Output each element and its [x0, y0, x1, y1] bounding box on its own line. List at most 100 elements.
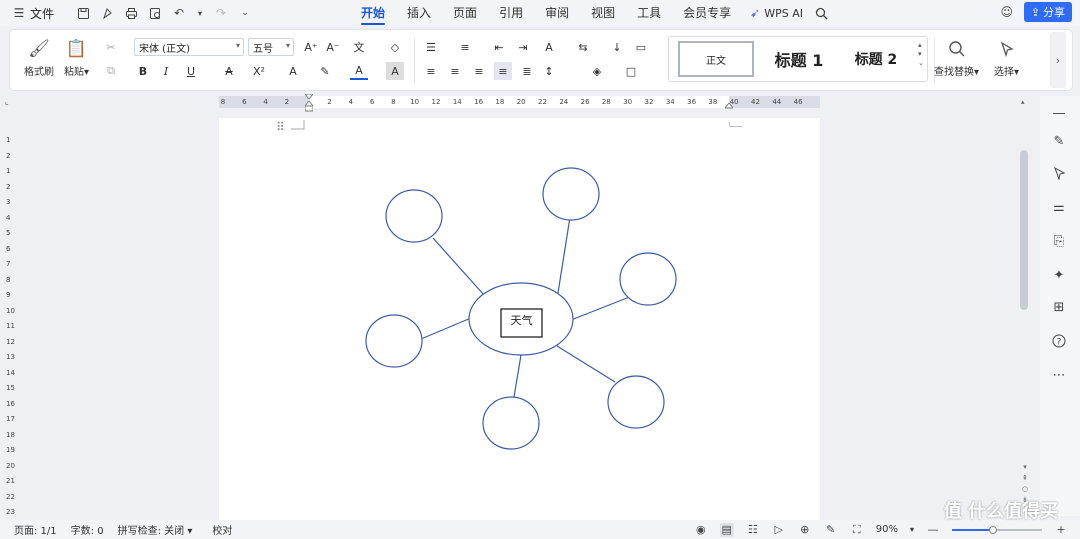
text-effect-icon[interactable]: A — [284, 62, 302, 80]
pen-icon[interactable]: ✎ — [1050, 132, 1068, 150]
select-object-icon[interactable]: ○ — [1022, 485, 1028, 493]
tab-view[interactable]: 视图 — [580, 0, 626, 26]
search-icon[interactable] — [815, 6, 829, 20]
align-center-icon[interactable]: ≡ — [446, 62, 464, 80]
tab-tools[interactable]: 工具 — [626, 0, 672, 26]
play-icon[interactable]: ▷ — [772, 523, 786, 537]
format-painter-button[interactable]: 🖌 格式刷 — [24, 38, 54, 78]
bold-icon[interactable]: B — [134, 62, 152, 80]
tab-page[interactable]: 页面 — [442, 0, 488, 26]
italic-icon[interactable]: I — [157, 62, 175, 80]
zoom-out-icon[interactable]: — — [926, 523, 940, 537]
print-icon[interactable] — [124, 6, 138, 20]
strikethrough-icon[interactable]: A — [220, 62, 238, 80]
save-icon[interactable] — [76, 6, 90, 20]
show-marks-icon[interactable]: ▭ — [632, 38, 650, 56]
tab-member[interactable]: 会员专享 — [672, 0, 742, 26]
select-button[interactable]: 选择▾ — [994, 38, 1019, 78]
gallery-scroll-icon[interactable]: ▴ ▾ ⌄ — [918, 41, 924, 68]
file-menu[interactable]: ☰ 文件 — [12, 5, 54, 22]
underline-icon[interactable]: U — [182, 62, 200, 80]
export-pdf-icon[interactable] — [100, 6, 114, 20]
clear-format-icon[interactable]: ◇ — [386, 38, 404, 56]
scroll-up-icon[interactable]: ▴ — [1021, 98, 1025, 106]
highlight-icon[interactable]: ✎ — [316, 62, 334, 80]
distributed-icon[interactable]: ≣ — [518, 62, 536, 80]
right-indent-marker[interactable] — [723, 101, 735, 109]
pinyin-guide-icon[interactable]: 文 — [350, 38, 368, 56]
tab-home[interactable]: 开始 — [350, 0, 396, 26]
word-count[interactable]: 字数: 0 — [71, 522, 104, 537]
copy-icon[interactable]: ⧉ — [102, 62, 120, 80]
ribbon-expand-button[interactable]: › — [1050, 32, 1066, 88]
chevron-down-icon[interactable]: ⌄ — [238, 6, 252, 20]
share-button[interactable]: ⇪ 分享 — [1023, 2, 1072, 22]
chevron-down-icon[interactable]: ▾ — [910, 525, 914, 534]
sliders-icon[interactable]: ⚌ — [1050, 198, 1068, 216]
align-right-icon[interactable]: ≡ — [470, 62, 488, 80]
font-color-icon[interactable]: A — [350, 62, 368, 80]
page-count[interactable]: 页面: 1/1 — [14, 522, 57, 537]
chinese-layout-icon[interactable]: A — [540, 38, 558, 56]
fit-page-icon[interactable]: ⛶ — [850, 523, 864, 537]
document-page[interactable]: 天气 — [219, 118, 820, 520]
page-view-icon[interactable]: ▤ — [719, 522, 734, 537]
cursor-icon[interactable] — [1050, 164, 1068, 182]
zoom-in-icon[interactable]: + — [1054, 523, 1068, 537]
print-preview-icon[interactable] — [148, 6, 162, 20]
line-spacing-icon[interactable]: ↕ — [540, 62, 558, 80]
decrease-font-icon[interactable]: A⁻ — [324, 38, 342, 56]
justify-icon[interactable]: ≡ — [494, 62, 512, 80]
undo-icon[interactable]: ↶ — [172, 6, 186, 20]
shading-icon[interactable]: ◈ — [588, 62, 606, 80]
redo-icon[interactable]: ↷ — [214, 6, 228, 20]
font-name-select[interactable]: 宋体 (正文) ▾ — [134, 38, 244, 56]
more-icon[interactable]: ⋯ — [1050, 366, 1068, 384]
style-heading-1[interactable]: 标题 1 — [764, 41, 834, 77]
reader-icon[interactable]: ⊞ — [1050, 298, 1068, 316]
numbered-list-icon[interactable]: ≡ — [456, 38, 474, 56]
chevron-down-icon[interactable]: ▾ — [196, 6, 204, 20]
style-heading-2[interactable]: 标题 2 — [844, 41, 908, 77]
zoom-slider-thumb[interactable] — [988, 525, 997, 534]
sort-icon[interactable]: ↓ — [608, 38, 626, 56]
font-size-select[interactable]: 五号 ▾ — [248, 38, 294, 56]
collapse-icon[interactable]: — — [1050, 104, 1068, 122]
decrease-indent-icon[interactable]: ⇤ — [490, 38, 508, 56]
center-label[interactable]: 天气 — [501, 312, 542, 328]
border-icon[interactable]: □ — [622, 62, 640, 80]
align-left-icon[interactable]: ≡ — [422, 62, 440, 80]
prev-page-icon[interactable]: ⇞ — [1022, 474, 1028, 482]
eye-protection-icon[interactable]: ◉ — [694, 523, 708, 537]
increase-indent-icon[interactable]: ⇥ — [514, 38, 532, 56]
tab-references[interactable]: 引用 — [488, 0, 534, 26]
text-direction-icon[interactable]: ⇆ — [574, 38, 592, 56]
char-shading-icon[interactable]: A — [386, 62, 404, 80]
zoom-value[interactable]: 90% — [876, 524, 898, 535]
tools-icon[interactable]: ✦ — [1050, 266, 1068, 284]
tab-stop-icon[interactable]: ⌞ — [5, 97, 15, 107]
superscript-icon[interactable]: X² — [250, 62, 268, 80]
vertical-scrollbar-thumb[interactable] — [1020, 150, 1028, 310]
proofread-button[interactable]: 校对 — [212, 522, 232, 537]
indent-marker[interactable] — [303, 93, 315, 112]
bullet-list-icon[interactable]: ☰ — [422, 38, 440, 56]
increase-font-icon[interactable]: A⁺ — [302, 38, 320, 56]
tab-insert[interactable]: 插入 — [396, 0, 442, 26]
help-icon[interactable]: ? — [1050, 332, 1068, 350]
cut-icon[interactable]: ✂ — [102, 38, 120, 56]
style-normal[interactable]: 正文 — [678, 41, 754, 77]
wps-ai-button[interactable]: ➹ WPS AI — [750, 6, 803, 20]
spell-check-toggle[interactable]: 拼写检查: 关闭 ▾ — [118, 522, 193, 537]
scroll-down-icon[interactable]: ▾ — [1023, 463, 1027, 471]
find-replace-button[interactable]: 查找替换▾ — [934, 38, 979, 78]
paste-button[interactable]: 📋 粘贴▾ — [64, 38, 89, 78]
zoom-slider[interactable] — [952, 525, 1042, 534]
tab-review[interactable]: 审阅 — [534, 0, 580, 26]
format-icon[interactable]: ⎘ — [1050, 232, 1068, 250]
drag-handle-icon[interactable]: ⠿ — [276, 121, 286, 133]
outline-view-icon[interactable]: ☷ — [746, 523, 760, 537]
feedback-icon[interactable]: ☺ — [1000, 5, 1014, 19]
web-view-icon[interactable]: ⊕ — [798, 523, 812, 537]
pen-icon[interactable]: ✎ — [824, 523, 838, 537]
